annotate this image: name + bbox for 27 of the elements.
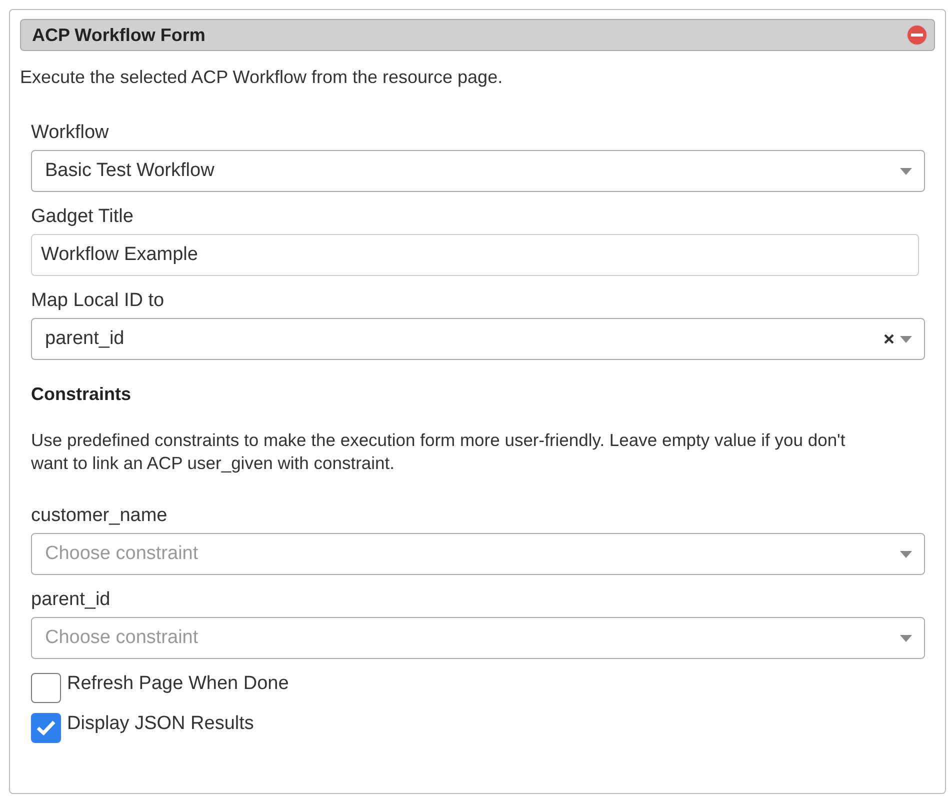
caret-icon <box>900 336 912 342</box>
section-description: Use predefined constraints to make the execution form more user-friendly. Leave empty value if you don't want to link an ACP user_given with constraint. <box>31 429 846 475</box>
field-label: parent_id <box>31 589 112 611</box>
section-heading: Constraints <box>31 384 132 405</box>
field-label: customer_name <box>31 505 168 527</box>
checkbox-label: Refresh Page When Done <box>67 673 289 695</box>
field-label: Map Local ID to <box>31 290 166 312</box>
placeholder-text: Choose constraint <box>45 627 200 649</box>
panel-description: Execute the selected ACP Workflow from the resource page. <box>20 67 504 88</box>
checkbox-label: Display JSON Results <box>67 713 254 735</box>
field-label: Workflow <box>31 122 110 144</box>
panel-title: ACP Workflow Form <box>32 24 206 46</box>
check-icon <box>36 720 56 736</box>
input-field[interactable]: Workflow Example <box>31 234 919 276</box>
caret-icon <box>900 550 912 558</box>
field-label: Gadget Title <box>31 206 134 228</box>
selected-value: Basic Test Workflow <box>45 160 216 182</box>
caret-icon <box>900 634 912 642</box>
selected-value: parent_id <box>45 328 126 350</box>
select-field[interactable]: parent_id <box>31 318 925 360</box>
remove-icon[interactable] <box>906 24 928 46</box>
select-field[interactable]: Basic Test Workflow <box>31 150 925 192</box>
placeholder-text: Choose constraint <box>45 543 200 565</box>
clear-icon[interactable] <box>884 334 894 344</box>
caret-icon <box>900 168 912 174</box>
checkbox[interactable] <box>31 673 61 703</box>
checkbox[interactable] <box>31 713 61 743</box>
